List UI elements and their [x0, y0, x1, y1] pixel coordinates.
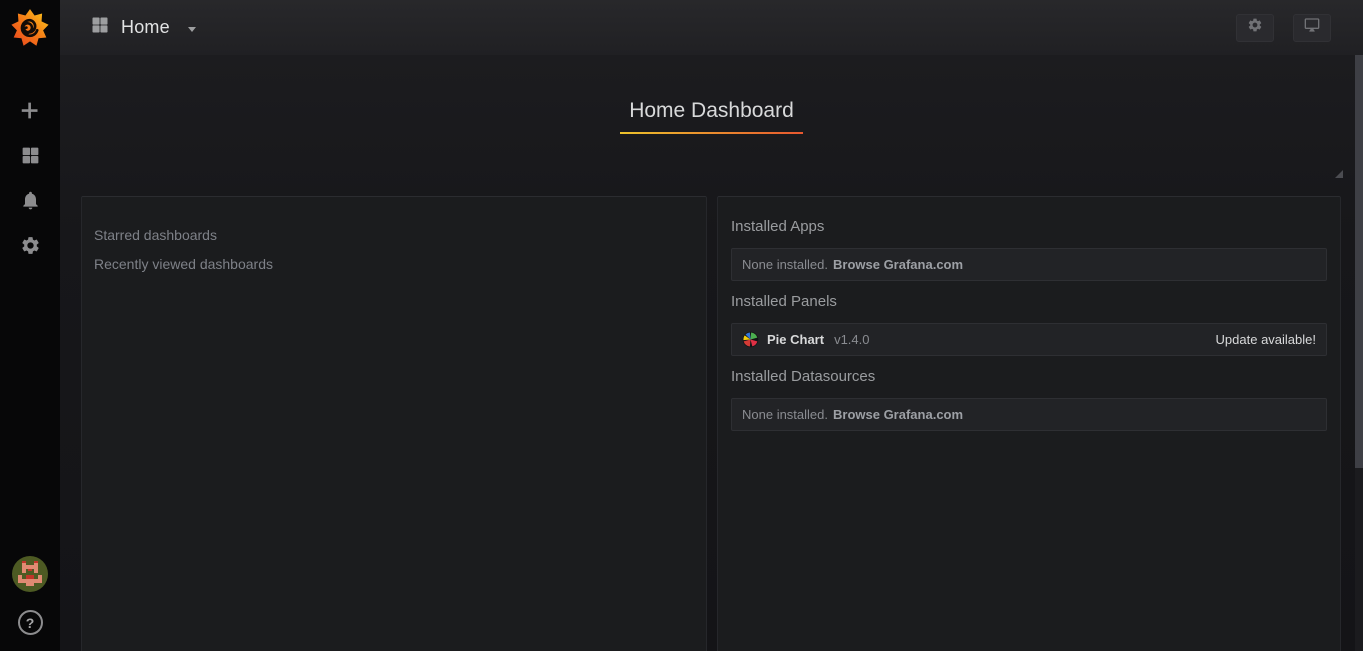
sidebar-item-create[interactable]	[0, 90, 60, 135]
plugin-list-panel: Installed Apps None installed. Browse Gr…	[717, 196, 1341, 651]
side-menu: ?	[0, 0, 60, 651]
panel-row: Starred dashboards Recently viewed dashb…	[81, 196, 1341, 651]
scrollbar-thumb[interactable]	[1355, 55, 1363, 468]
installed-datasources-empty-row: None installed. Browse Grafana.com	[731, 398, 1327, 431]
user-profile-button[interactable]	[0, 552, 60, 600]
installed-apps-heading: Installed Apps	[731, 218, 1327, 235]
plus-icon	[20, 100, 41, 126]
dashboard-list-panel: Starred dashboards Recently viewed dashb…	[81, 196, 707, 651]
grid-icon	[90, 15, 110, 40]
apps-empty-text: None installed.	[742, 257, 828, 272]
navbar: Home	[60, 0, 1363, 55]
dashboard-picker-label: Home	[121, 17, 170, 38]
sidebar-item-dashboards[interactable]	[0, 135, 60, 180]
side-menu-top	[0, 90, 60, 270]
gear-icon	[20, 235, 41, 261]
avatar	[12, 556, 48, 597]
installed-apps-empty-row: None installed. Browse Grafana.com	[731, 248, 1327, 281]
bell-icon	[20, 190, 41, 216]
update-available-link[interactable]: Update available!	[1216, 332, 1316, 347]
recently-viewed-dashboards-link[interactable]: Recently viewed dashboards	[94, 256, 694, 272]
browse-grafana-link[interactable]: Browse Grafana.com	[833, 257, 963, 272]
gear-icon	[1247, 17, 1263, 38]
sidebar-item-alerting[interactable]	[0, 180, 60, 225]
navbar-actions	[1236, 14, 1331, 42]
dashboard-canvas: Home Dashboard Starred dashboards Recent…	[60, 55, 1363, 651]
plugin-row-pie-chart: Pie Chart v1.4.0 Update available!	[731, 323, 1327, 356]
chevron-down-icon	[188, 27, 196, 32]
monitor-icon	[1304, 17, 1320, 38]
main-view: Home Home Dashboard Starred dashboards R…	[60, 0, 1363, 651]
title-panel: Home Dashboard	[60, 55, 1363, 134]
dashboard-picker[interactable]: Home	[90, 15, 196, 40]
grafana-logo[interactable]	[10, 8, 50, 48]
help-button[interactable]: ?	[18, 610, 43, 635]
page-title: Home Dashboard	[620, 99, 803, 134]
installed-datasources-heading: Installed Datasources	[731, 368, 1327, 385]
installed-panels-heading: Installed Panels	[731, 293, 1327, 310]
panel-resize-handle[interactable]	[1335, 170, 1343, 178]
plugin-version: v1.4.0	[834, 332, 869, 347]
dashboard-settings-button[interactable]	[1236, 14, 1274, 42]
plugin-name-link[interactable]: Pie Chart	[767, 332, 824, 347]
browse-grafana-link[interactable]: Browse Grafana.com	[833, 407, 963, 422]
question-icon: ?	[26, 615, 35, 631]
grid-icon	[20, 145, 41, 171]
side-menu-bottom: ?	[0, 552, 60, 635]
cycle-view-mode-button[interactable]	[1293, 14, 1331, 42]
starred-dashboards-link[interactable]: Starred dashboards	[94, 227, 694, 243]
datasources-empty-text: None installed.	[742, 407, 828, 422]
sidebar-item-configuration[interactable]	[0, 225, 60, 270]
vertical-scrollbar[interactable]	[1355, 55, 1363, 651]
pie-chart-icon	[742, 331, 759, 348]
